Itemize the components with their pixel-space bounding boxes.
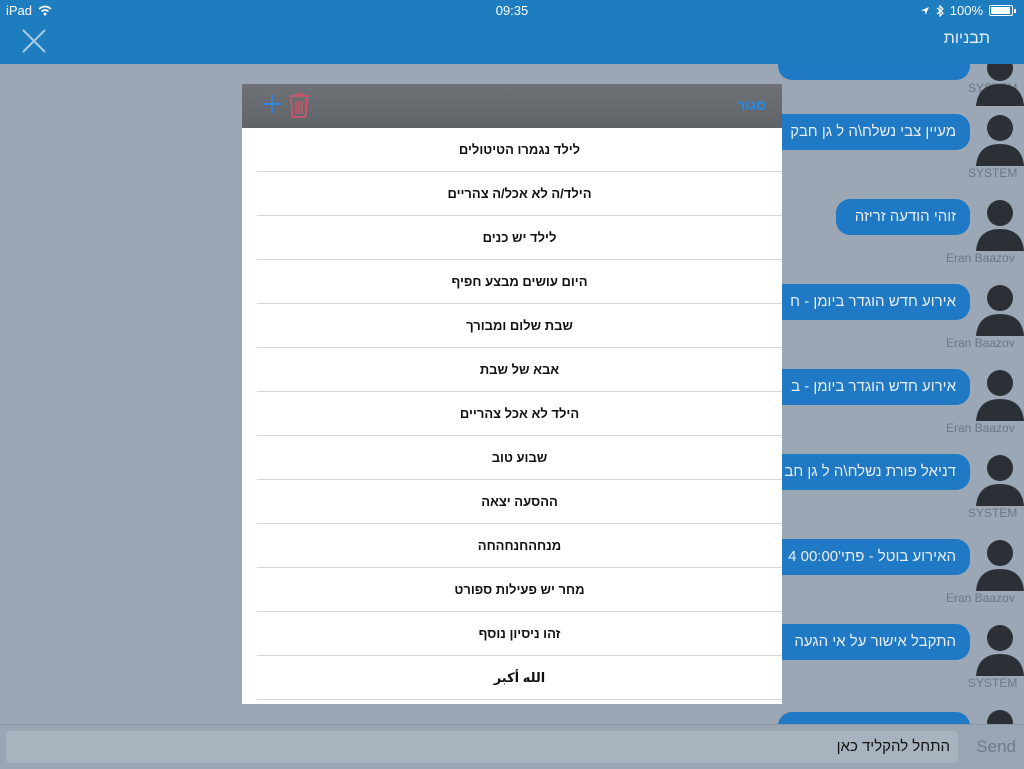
template-item[interactable]: לילד נגמרו הטיטולים	[257, 128, 782, 172]
add-icon[interactable]	[260, 92, 284, 116]
avatar-icon	[987, 710, 1013, 724]
send-button[interactable]: Send	[976, 737, 1016, 757]
template-item[interactable]: שבת שלום ומבורך	[257, 304, 782, 348]
message-sender: Eran Baazov	[946, 251, 1015, 265]
template-item[interactable]: הילד/ה לא אכל/ה צהריים	[257, 172, 782, 216]
modal-header: סגור	[242, 84, 782, 128]
avatar-icon	[976, 64, 1024, 106]
message-input-placeholder: התחל להקליד כאן	[836, 738, 950, 755]
template-item[interactable]: מנחהחנחהחה	[257, 524, 782, 568]
message-sender: Eran Baazov	[946, 336, 1015, 350]
message-sender: Eran Baazov	[946, 421, 1015, 435]
template-item[interactable]: זהו ניסיון נוסף	[257, 612, 782, 656]
avatar-icon	[976, 115, 1024, 166]
avatar-icon	[976, 540, 1024, 591]
template-item[interactable]: הילד לא אכל צהריים	[257, 392, 782, 436]
message-bubble[interactable]: התקבל אישור על אי הגעה	[762, 624, 970, 660]
template-item[interactable]: מחר יש פעילות ספורט	[257, 568, 782, 612]
message-input[interactable]: התחל להקליד כאן	[6, 731, 958, 763]
status-bar: iPad 09:35 100%	[0, 0, 1024, 20]
message-bubble[interactable]: זוהי הודעה זריזה	[836, 199, 970, 235]
templates-modal: סגור לילד נגמרו הטיטולים הילד/ה לא אכל/ה…	[242, 84, 782, 704]
template-item[interactable]: לילד יש כנים	[257, 216, 782, 260]
location-arrow-icon	[920, 6, 929, 15]
close-icon[interactable]	[20, 27, 48, 55]
battery-icon	[989, 5, 1013, 16]
message-sender: SYSTEM	[968, 166, 1018, 180]
avatar-icon	[976, 285, 1024, 336]
trash-icon[interactable]	[286, 90, 312, 120]
message-input-bar: התחל להקליד כאן Send	[0, 724, 1024, 769]
message-bubble[interactable]: אירוע חדש הוגדר ביומן - ב	[762, 369, 970, 405]
template-item[interactable]: ההסעה יצאה	[257, 480, 782, 524]
avatar-icon	[976, 370, 1024, 421]
template-item[interactable]: אבא של שבת	[257, 348, 782, 392]
message-bubble[interactable]: אירוע חדש הוגדר ביומן - ח	[762, 284, 970, 320]
battery-percent: 100%	[949, 3, 983, 18]
message-bubble[interactable]	[778, 64, 970, 80]
status-time: 09:35	[495, 3, 529, 18]
template-item[interactable]: היום עושים מבצע חפיף	[257, 260, 782, 304]
template-item[interactable]: שבוע טוב	[257, 436, 782, 480]
message-sender: Eran Baazov	[946, 591, 1015, 605]
close-button[interactable]: סגור	[737, 97, 766, 113]
templates-list: לילד נגמרו הטיטולים הילד/ה לא אכל/ה צהרי…	[257, 128, 782, 700]
message-bubble[interactable]: דניאל פורת נשלח\ה ל גן חב	[762, 454, 970, 490]
message-sender: SYSTEM	[968, 676, 1018, 690]
nav-title: תבניות	[943, 30, 990, 47]
message-bubble[interactable]: מעיין צבי נשלח\ה ל גן חבק	[762, 114, 970, 150]
nav-bar: תבניות	[0, 20, 1024, 64]
avatar-icon	[976, 200, 1024, 251]
message-sender: SYSTEM	[968, 506, 1018, 520]
message-bubble[interactable]	[778, 712, 970, 724]
bluetooth-icon	[936, 4, 944, 17]
template-item[interactable]: الله أكبر	[257, 656, 782, 700]
message-bubble[interactable]: האירוע בוטל - פתי'00:00 4	[762, 539, 970, 575]
avatar-icon	[976, 625, 1024, 676]
avatar-icon	[976, 455, 1024, 506]
